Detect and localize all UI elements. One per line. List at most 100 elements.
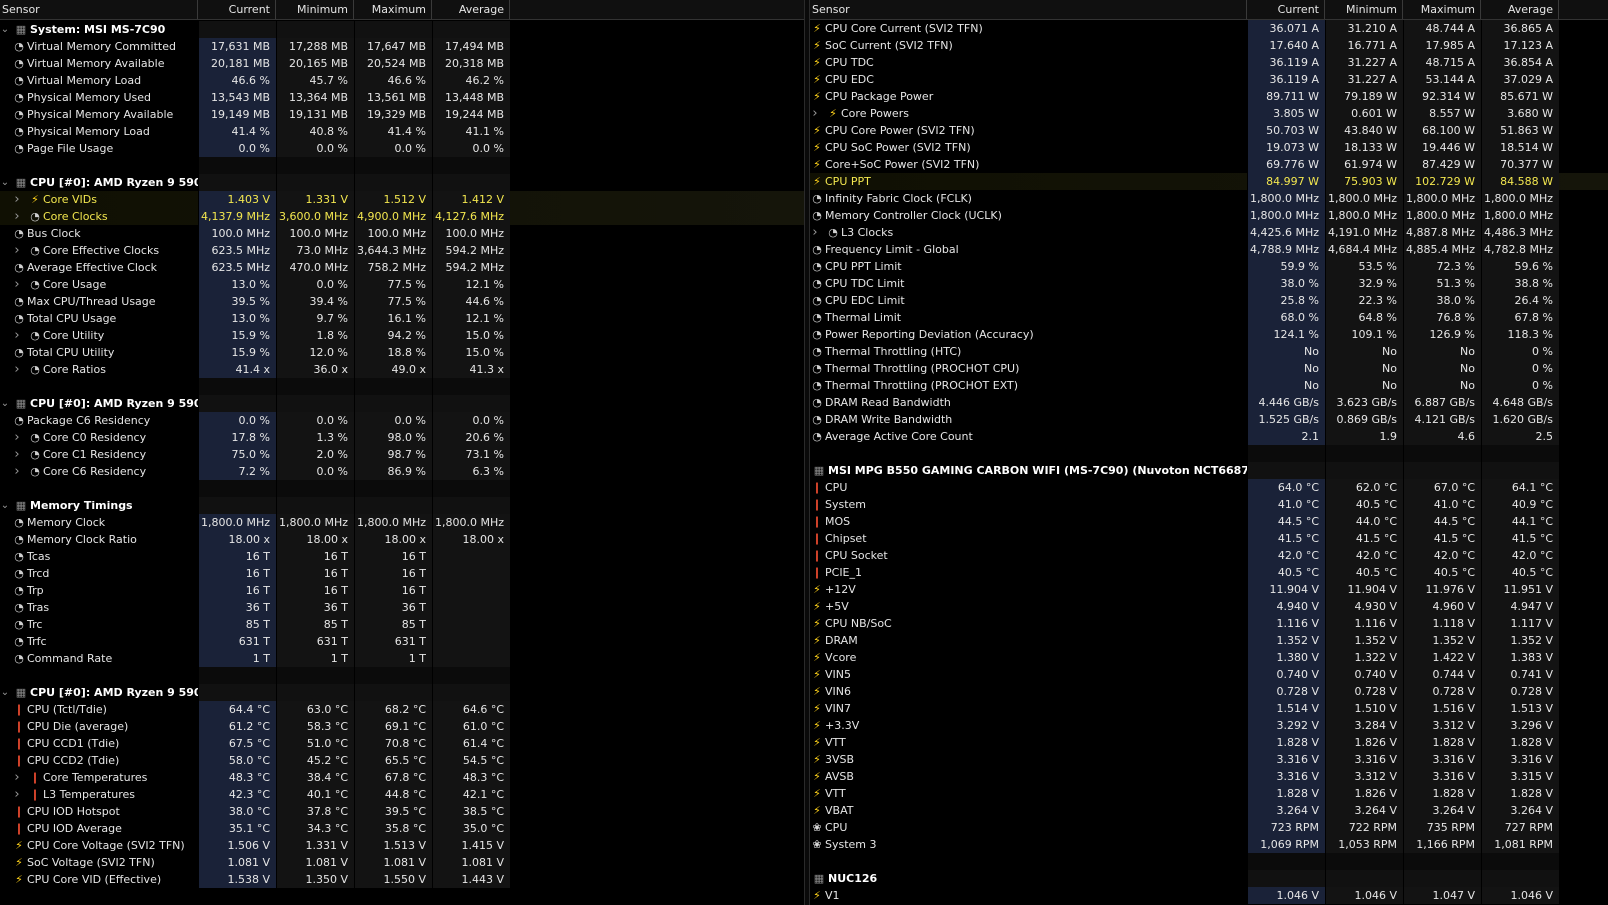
- table-row[interactable]: ◔ Page File Usage 0.0 % 0.0 % 0.0 % 0.0 %: [0, 140, 804, 157]
- expand-chevron-icon[interactable]: ›: [12, 446, 22, 463]
- table-row[interactable]: ⚡ CPU Package Power 89.711 W 79.189 W 92.314…: [810, 88, 1608, 105]
- table-row[interactable]: ⚡ Core+SoC Power (SVI2 TFN) 69.776 W 61.974…: [810, 156, 1608, 173]
- table-row[interactable]: ❙ System 41.0 °C 40.5 °C 41.0 °C 40.9 °C: [810, 496, 1608, 513]
- table-row[interactable]: ⌄ ▦ System: MSI MS-7C90: [0, 21, 804, 38]
- expand-chevron-icon[interactable]: ›: [12, 769, 22, 786]
- table-row[interactable]: ◔ Power Reporting Deviation (Accuracy) 124…: [810, 326, 1608, 343]
- table-row[interactable]: ⚡ CPU TDC 36.119 A 31.227 A 48.715 A 36.854 A: [810, 54, 1608, 71]
- table-row[interactable]: › ◔ Core Usage 13.0 % 0.0 % 77.5 % 12.1 %: [0, 276, 804, 293]
- table-row[interactable]: › ◔ Core Utility 15.9 % 1.8 % 94.2 % 15.0 %: [0, 327, 804, 344]
- table-row[interactable]: ⚡ CPU Core VID (Effective) 1.538 V 1.350 V1…: [0, 871, 804, 888]
- table-row[interactable]: ◔ Max CPU/Thread Usage 39.5 % 39.4 % 77.5 % 4…: [0, 293, 804, 310]
- table-row[interactable]: ⚡ +12V 11.904 V 11.904 V 11.976 V 11.951 V: [810, 581, 1608, 598]
- table-row[interactable]: ❙ PCIE_1 40.5 °C 40.5 °C 40.5 °C 40.5 °C: [810, 564, 1608, 581]
- table-row[interactable]: ⌄ ▦CPU [#0]: AMD Ryzen 9 5900X: C-State R…: [0, 395, 804, 412]
- table-row[interactable]: ◔ Infinity Fabric Clock (FCLK) 1,800.0 MHz…: [810, 190, 1608, 207]
- table-row[interactable]: ◔ Thermal Limit 68.0 % 64.8 % 76.8 % 67.8 %: [810, 309, 1608, 326]
- table-row[interactable]: ◔ Trp 16 T 16 T 16 T: [0, 582, 804, 599]
- table-row[interactable]: ❙ CPU Die (average) 61.2 °C 58.3 °C 69.1 °C 6…: [0, 718, 804, 735]
- table-row[interactable]: ⚡ CPU SoC Power (SVI2 TFN) 19.073 W 18.133 …: [810, 139, 1608, 156]
- table-row[interactable]: › ⚡ Core Powers 3.805 W 0.601 W 8.557 W 3.680 …: [810, 105, 1608, 122]
- table-row[interactable]: ◔ CPU EDC Limit 25.8 % 22.3 % 38.0 % 26.4 %: [810, 292, 1608, 309]
- table-row[interactable]: ◔ CPU PPT Limit 59.9 % 53.5 % 72.3 % 59.6 %: [810, 258, 1608, 275]
- table-row[interactable]: ⚡ VTT 1.828 V 1.826 V 1.828 V 1.828 V: [810, 734, 1608, 751]
- table-row[interactable]: › ◔ Core Ratios 41.4 x 36.0 x 49.0 x 41.3 x: [0, 361, 804, 378]
- expand-chevron-icon[interactable]: ›: [12, 327, 22, 344]
- table-row[interactable]: ❙ CPU 64.0 °C 62.0 °C 67.0 °C 64.1 °C: [810, 479, 1608, 496]
- table-row[interactable]: ❙ CPU IOD Average 35.1 °C 34.3 °C 35.8 °C 35.…: [0, 820, 804, 837]
- table-row[interactable]: ◔ Trfc 631 T 631 T 631 T: [0, 633, 804, 650]
- table-row[interactable]: ◔ Package C6 Residency 0.0 % 0.0 % 0.0 % 0.0 …: [0, 412, 804, 429]
- table-row[interactable]: ⚡ CPU Core Voltage (SVI2 TFN) 1.506 V 1.331…: [0, 837, 804, 854]
- table-row[interactable]: ◔ Frequency Limit - Global 4,788.9 MHz 4,68…: [810, 241, 1608, 258]
- table-row[interactable]: ◔ Bus Clock 100.0 MHz 100.0 MHz 100.0 MHz 100…: [0, 225, 804, 242]
- table-row[interactable]: ◔ Total CPU Usage 13.0 % 9.7 % 16.1 % 12.1 %: [0, 310, 804, 327]
- table-row[interactable]: ◔ Trc 85 T 85 T 85 T: [0, 616, 804, 633]
- table-row[interactable]: › ❙ L3 Temperatures 42.3 °C 40.1 °C 44.8 °C 42…: [0, 786, 804, 803]
- table-row[interactable]: ◔ Command Rate 1 T1 T1 T: [0, 650, 804, 667]
- table-row[interactable]: ⚡ Vcore 1.380 V 1.322 V 1.422 V 1.383 V: [810, 649, 1608, 666]
- table-row[interactable]: ⌄▦NUC126: [810, 870, 1608, 887]
- header-maximum[interactable]: Maximum: [354, 0, 432, 19]
- table-row[interactable]: ◔ Memory Controller Clock (UCLK) 1,800.0 M…: [810, 207, 1608, 224]
- table-row[interactable]: › ❙ Core Temperatures 48.3 °C 38.4 °C 67.8 °C…: [0, 769, 804, 786]
- collapse-chevron-icon[interactable]: ⌄: [0, 395, 10, 412]
- table-row[interactable]: ◔ Physical Memory Used 13,543 MB 13,364 MB 1…: [0, 89, 804, 106]
- table-row[interactable]: ⚡ VBAT 3.264 V 3.264 V 3.264 V 3.264 V: [810, 802, 1608, 819]
- table-row[interactable]: ⚡ AVSB 3.316 V 3.312 V 3.316 V 3.315 V: [810, 768, 1608, 785]
- collapse-chevron-icon[interactable]: ⌄: [0, 21, 10, 38]
- right-sensor-pane[interactable]: Sensor Current Minimum Maximum Average ⚡…: [810, 0, 1608, 905]
- header-sensor[interactable]: Sensor: [810, 0, 1247, 19]
- table-row[interactable]: ◔ Thermal Throttling (PROCHOT EXT) No No No 0…: [810, 377, 1608, 394]
- expand-chevron-icon[interactable]: ›: [12, 361, 22, 378]
- expand-chevron-icon[interactable]: ›: [12, 786, 22, 803]
- table-row[interactable]: ⚡ CPU EDC 36.119 A 31.227 A 53.144 A 37.029 A: [810, 71, 1608, 88]
- table-row[interactable]: › ◔ Core C0 Residency 17.8 % 1.3 % 98.0 % 20.6…: [0, 429, 804, 446]
- expand-chevron-icon[interactable]: ›: [12, 463, 22, 480]
- header-maximum[interactable]: Maximum: [1403, 0, 1481, 19]
- table-row[interactable]: ❀ CPU 723 RPM 722 RPM 735 RPM 727 RPM: [810, 819, 1608, 836]
- table-row[interactable]: ◔ Tras 36 T 36 T 36 T: [0, 599, 804, 616]
- header-current[interactable]: Current: [198, 0, 276, 19]
- expand-chevron-icon[interactable]: ›: [12, 429, 22, 446]
- table-row[interactable]: › ◔ Core Clocks 4,137.9 MHz 3,600.0 MHz 4,900…: [0, 208, 804, 225]
- table-row[interactable]: ⚡ DRAM 1.352 V 1.352 V 1.352 V 1.352 V: [810, 632, 1608, 649]
- header-sensor[interactable]: Sensor: [0, 0, 198, 19]
- table-row[interactable]: ◔ Memory Clock 1,800.0 MHz 1,800.0 MHz 1,800…: [0, 514, 804, 531]
- collapse-chevron-icon[interactable]: ⌄: [0, 497, 10, 514]
- table-row[interactable]: ⚡ CPU PPT 84.997 W 75.903 W 102.729 W 84.588 …: [810, 173, 1608, 190]
- header-current[interactable]: Current: [1247, 0, 1325, 19]
- table-row[interactable]: ⚡ CPU Core Power (SVI2 TFN) 50.703 W 43.840…: [810, 122, 1608, 139]
- table-row[interactable]: ◔ Average Active Core Count 2.1 1.9 4.6 2.5: [810, 428, 1608, 445]
- header-average[interactable]: Average: [432, 0, 510, 19]
- table-row[interactable]: ◔ Virtual Memory Load 46.6 % 45.7 % 46.6 % 46…: [0, 72, 804, 89]
- collapse-chevron-icon[interactable]: ⌄: [0, 684, 10, 701]
- table-row[interactable]: ◔ Physical Memory Available 19,149 MB 19,13…: [0, 106, 804, 123]
- table-row[interactable]: ⚡ VIN7 1.514 V 1.510 V 1.516 V 1.513 V: [810, 700, 1608, 717]
- header-minimum[interactable]: Minimum: [276, 0, 354, 19]
- expand-chevron-icon[interactable]: ›: [12, 276, 22, 293]
- table-row[interactable]: › ⚡ Core VIDs 1.403 V 1.331 V 1.512 V 1.412 V: [0, 191, 804, 208]
- table-row[interactable]: ◔ Memory Clock Ratio 18.00 x 18.00 x 18.00 x…: [0, 531, 804, 548]
- table-row[interactable]: ◔ DRAM Read Bandwidth 4.446 GB/s 3.623 GB/s…: [810, 394, 1608, 411]
- header-minimum[interactable]: Minimum: [1325, 0, 1403, 19]
- table-row[interactable]: › ◔ Core C1 Residency 75.0 % 2.0 % 98.7 % 73.1…: [0, 446, 804, 463]
- header-average[interactable]: Average: [1481, 0, 1559, 19]
- expand-chevron-icon[interactable]: ›: [810, 224, 820, 241]
- left-sensor-pane[interactable]: Sensor Current Minimum Maximum Average ⌄…: [0, 0, 804, 905]
- table-row[interactable]: ⚡ SoC Voltage (SVI2 TFN) 1.081 V 1.081 V 1.0…: [0, 854, 804, 871]
- table-row[interactable]: ❙ CPU IOD Hotspot 38.0 °C 37.8 °C 39.5 °C 38.…: [0, 803, 804, 820]
- table-row[interactable]: ◔ CPU TDC Limit 38.0 % 32.9 % 51.3 % 38.8 %: [810, 275, 1608, 292]
- expand-chevron-icon[interactable]: ›: [12, 191, 22, 208]
- table-row[interactable]: ❙ CPU (Tctl/Tdie) 64.4 °C 63.0 °C 68.2 °C 64.…: [0, 701, 804, 718]
- expand-chevron-icon[interactable]: ›: [12, 242, 22, 259]
- table-row[interactable]: ⌄▦MSI MPG B550 GAMING CARBON WIFI (MS-7C…: [810, 462, 1608, 479]
- table-row[interactable]: ⚡ VIN6 0.728 V 0.728 V 0.728 V 0.728 V: [810, 683, 1608, 700]
- table-row[interactable]: ⚡ +3.3V 3.292 V 3.284 V 3.312 V 3.296 V: [810, 717, 1608, 734]
- table-row[interactable]: ❙ CPU CCD2 (Tdie) 58.0 °C 45.2 °C 65.5 °C 54.…: [0, 752, 804, 769]
- table-row[interactable]: ◔ Virtual Memory Available 20,181 MB 20,165…: [0, 55, 804, 72]
- table-row[interactable]: ⚡ VIN5 0.740 V 0.740 V 0.744 V 0.741 V: [810, 666, 1608, 683]
- expand-chevron-icon[interactable]: ›: [810, 105, 820, 122]
- table-row[interactable]: ◔ Thermal Throttling (PROCHOT CPU) No No No 0…: [810, 360, 1608, 377]
- table-row[interactable]: ⚡ CPU Core Current (SVI2 TFN) 36.071 A 31.2…: [810, 20, 1608, 37]
